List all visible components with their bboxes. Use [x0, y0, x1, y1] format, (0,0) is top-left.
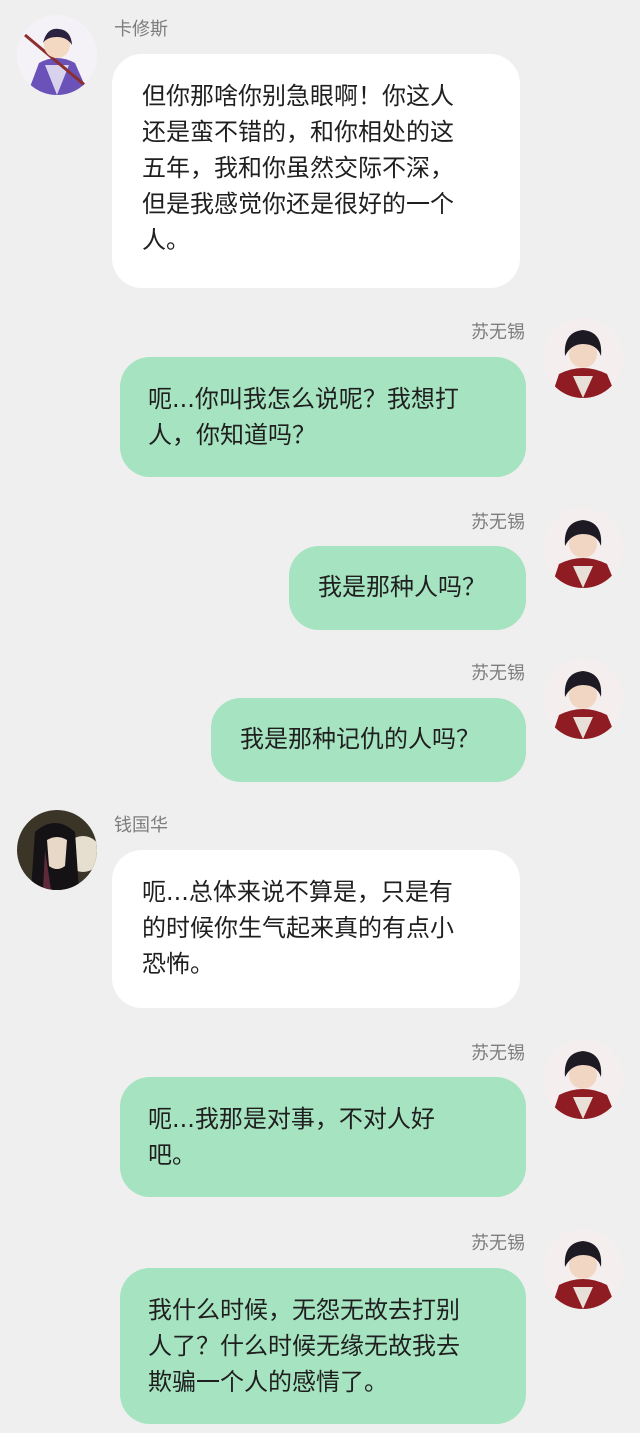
sender-avatar[interactable] — [543, 1039, 623, 1119]
message-bubble[interactable]: 呃...你叫我怎么说呢？我想打 人，你知道吗？ — [120, 357, 526, 477]
message-bubble[interactable]: 我是那种记仇的人吗？ — [211, 698, 526, 782]
sender-name: 苏无锡 — [471, 663, 525, 684]
sender-name: 苏无锡 — [471, 1233, 525, 1254]
message-bubble[interactable]: 我什么时候，无怨无故去打别 人了？什么时候无缘无故我去 欺骗一个人的感情了。 — [120, 1268, 526, 1424]
message-bubble[interactable]: 呃...总体来说不算是，只是有 的时候你生气起来真的有点小 恐怖。 — [112, 850, 520, 1008]
sender-avatar[interactable] — [543, 508, 623, 588]
sender-avatar[interactable] — [17, 810, 97, 890]
sender-name: 卡修斯 — [114, 19, 168, 40]
dark-hair-red-armor-avatar-icon — [543, 508, 623, 588]
long-black-hair-avatar-icon — [17, 810, 97, 890]
dark-hair-red-armor-avatar-icon — [543, 659, 623, 739]
sender-avatar[interactable] — [543, 318, 623, 398]
sender-avatar[interactable] — [543, 1229, 623, 1309]
sender-avatar[interactable] — [17, 15, 97, 95]
sender-name: 钱国华 — [114, 815, 168, 836]
dark-hair-red-armor-avatar-icon — [543, 1229, 623, 1309]
sender-name: 苏无锡 — [471, 322, 525, 343]
dark-hair-red-armor-avatar-icon — [543, 1039, 623, 1119]
message-bubble[interactable]: 呃...我那是对事，不对人好 吧。 — [120, 1077, 526, 1197]
sender-name: 苏无锡 — [471, 1043, 525, 1064]
dark-hair-red-armor-avatar-icon — [543, 318, 623, 398]
message-bubble[interactable]: 但你那啥你别急眼啊！你这人 还是蛮不错的，和你相处的这 五年，我和你虽然交际不深… — [112, 54, 520, 288]
message-bubble[interactable]: 我是那种人吗？ — [289, 546, 526, 630]
sender-avatar[interactable] — [543, 659, 623, 739]
sender-name: 苏无锡 — [471, 512, 525, 533]
purple-samurai-avatar-icon — [17, 15, 97, 95]
